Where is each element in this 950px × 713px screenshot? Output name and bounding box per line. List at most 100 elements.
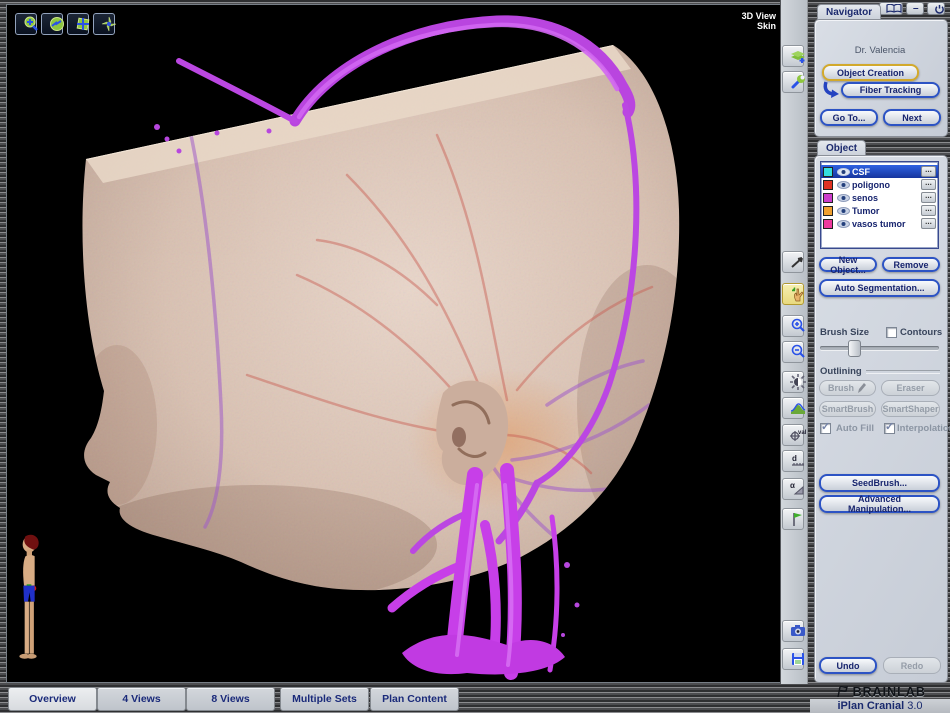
viewport-zoom-button[interactable]	[15, 13, 37, 35]
smartshaper-tool-button[interactable]: SmartShaper	[881, 401, 940, 417]
redo-button[interactable]: Redo	[883, 657, 941, 674]
product-version-label: iPlan Cranial 3.0	[810, 699, 950, 713]
visibility-eye-icon[interactable]	[837, 207, 850, 215]
object-row-csf[interactable]: CSF ...	[821, 165, 938, 178]
zoom-in-button[interactable]	[782, 315, 804, 337]
visibility-eye-icon[interactable]	[837, 168, 850, 176]
advanced-manipulation-button[interactable]: Advanced Manipulation...	[819, 495, 940, 513]
interpolation-checkbox[interactable]: ✓	[884, 423, 895, 434]
brainlab-logo: BRAINLAB	[812, 685, 950, 699]
svg-text:val: val	[798, 430, 807, 436]
next-step-fiber-tracking-button[interactable]: Fiber Tracking	[841, 82, 940, 98]
object-options-button[interactable]: ...	[921, 192, 936, 203]
windowing-contrast-button[interactable]	[782, 371, 804, 393]
object-row-poligono[interactable]: poligono ...	[821, 178, 938, 191]
floppy-save-icon	[789, 650, 807, 668]
product-name: iPlan Cranial	[838, 700, 905, 712]
contours-label: Contours	[900, 327, 942, 338]
viewport-reset-view-button[interactable]	[67, 13, 89, 35]
undo-button[interactable]: Undo	[819, 657, 877, 674]
zoom-out-button[interactable]	[782, 341, 804, 363]
book-icon	[886, 4, 902, 13]
view-mode: Skin	[742, 21, 776, 31]
angle-measure-button[interactable]: α	[782, 478, 804, 500]
brush-tool-button[interactable]: Brush	[819, 380, 876, 396]
eraser-tool-button[interactable]: Eraser	[881, 380, 940, 396]
angle-icon: α	[789, 480, 807, 498]
pointer-arrow-icon	[789, 253, 807, 271]
brush-pen-icon	[857, 382, 867, 394]
interaction-hand-tool-button[interactable]	[782, 283, 804, 305]
auto-segmentation-button[interactable]: Auto Segmentation...	[819, 279, 940, 297]
remove-object-button[interactable]: Remove	[882, 257, 940, 272]
product-version: 3.0	[907, 700, 922, 712]
object-options-button[interactable]: ...	[921, 179, 936, 190]
side-toolbar: val d α	[780, 0, 808, 684]
color-swatch[interactable]	[823, 206, 833, 216]
distance-measure-button[interactable]: d	[782, 450, 804, 472]
data-sets-button[interactable]	[782, 45, 804, 67]
color-swatch[interactable]	[823, 219, 833, 229]
flag-icon	[789, 510, 807, 528]
product-name-band: iPlan Cranial 3.0	[810, 699, 950, 713]
object-row-senos[interactable]: senos ...	[821, 191, 938, 204]
power-exit-button[interactable]	[927, 2, 945, 15]
camera-icon	[789, 622, 807, 640]
svg-text:α: α	[790, 481, 795, 490]
visibility-eye-icon[interactable]	[837, 181, 850, 189]
brush-label: Brush	[828, 383, 854, 393]
smartbrush-tool-button[interactable]: SmartBrush	[819, 401, 876, 417]
view-type-label: 3D View Skin	[742, 11, 776, 31]
auto-fill-checkbox[interactable]: ✓	[820, 423, 831, 434]
seedbrush-button[interactable]: SeedBrush...	[819, 474, 940, 492]
minimize-button[interactable]: –	[906, 2, 924, 15]
color-swatch[interactable]	[823, 180, 833, 190]
object-name: senos	[852, 193, 878, 203]
next-button[interactable]: Next	[883, 109, 941, 126]
viewport-rotate-button[interactable]	[41, 13, 63, 35]
visibility-eye-icon[interactable]	[837, 194, 850, 202]
3d-head-scene	[7, 5, 780, 682]
save-button[interactable]	[782, 648, 804, 670]
brush-size-slider-handle[interactable]	[848, 340, 861, 357]
help-book-button[interactable]	[879, 2, 903, 15]
flag-annotation-button[interactable]	[782, 508, 804, 530]
object-name: CSF	[852, 167, 870, 177]
auto-fill-label: Auto Fill	[836, 423, 874, 434]
outlining-group-label: Outlining	[820, 366, 862, 377]
settings-wrench-button[interactable]	[782, 71, 804, 93]
checkmark-icon: ✓	[885, 420, 894, 433]
object-row-vasos-tumor[interactable]: vasos tumor ...	[821, 217, 938, 230]
distance-ruler-icon: d	[789, 452, 807, 470]
tab-8-views[interactable]: 8 Views	[186, 687, 275, 711]
tab-plan-content[interactable]: Plan Content	[370, 687, 459, 711]
object-row-tumor[interactable]: Tumor ...	[821, 204, 938, 217]
object-options-button[interactable]: ...	[921, 218, 936, 229]
object-name: vasos tumor	[852, 219, 906, 229]
value-probe-button[interactable]: val	[782, 424, 804, 446]
color-swatch[interactable]	[823, 193, 833, 203]
tab-multiple-sets[interactable]: Multiple Sets	[280, 687, 369, 711]
new-object-button[interactable]: New Object...	[819, 257, 877, 272]
viewport-pan-button[interactable]	[93, 13, 115, 35]
histogram-levels-button[interactable]	[782, 397, 804, 419]
tab-4-views[interactable]: 4 Views	[97, 687, 186, 711]
snapshot-camera-button[interactable]	[782, 620, 804, 642]
object-options-button[interactable]: ...	[921, 205, 936, 216]
object-options-button[interactable]: ...	[921, 166, 936, 177]
pointer-tool-button[interactable]	[782, 251, 804, 273]
brightness-contrast-icon	[789, 373, 807, 391]
visibility-eye-icon[interactable]	[837, 220, 850, 228]
goto-button[interactable]: Go To...	[820, 109, 878, 126]
layers-add-icon	[789, 47, 807, 65]
3d-viewport[interactable]: 3D View Skin	[6, 4, 781, 683]
color-swatch[interactable]	[823, 167, 833, 177]
svg-text:d: d	[792, 454, 797, 463]
brush-size-slider-track[interactable]	[820, 346, 939, 350]
tab-overview[interactable]: Overview	[8, 687, 97, 711]
current-step-object-creation-button[interactable]: Object Creation	[822, 64, 919, 81]
object-name: poligono	[852, 180, 890, 190]
interpolation-label: Interpolation	[897, 423, 950, 434]
value-probe-icon: val	[789, 426, 807, 444]
contours-checkbox[interactable]	[886, 327, 897, 338]
